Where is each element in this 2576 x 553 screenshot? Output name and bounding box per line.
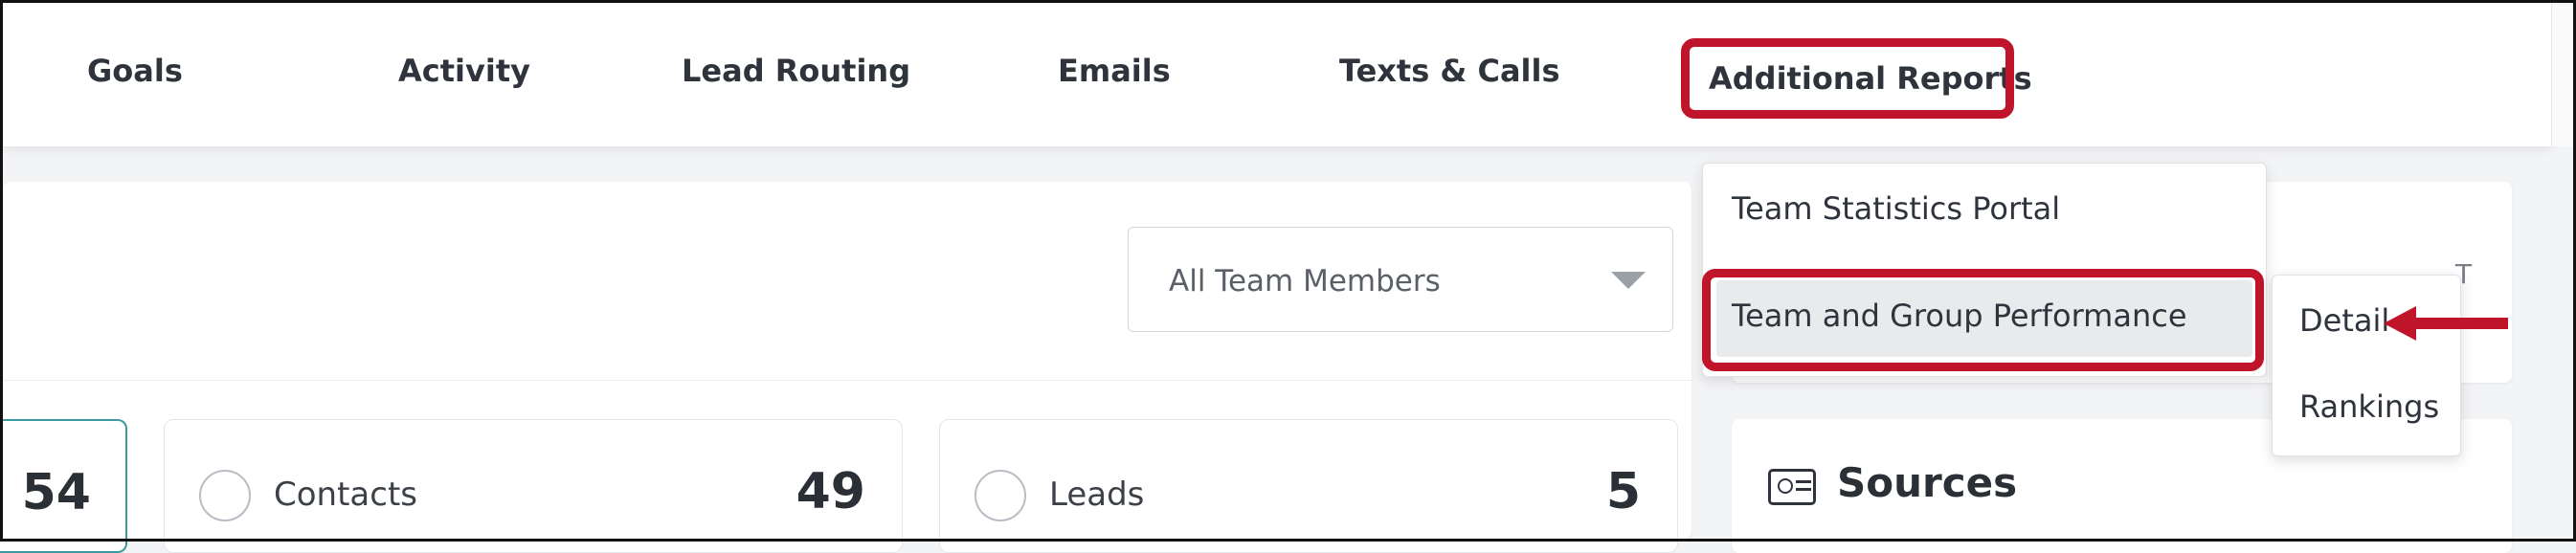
- sources-title: Sources: [1837, 459, 2018, 506]
- stat-card-contacts[interactable]: Contacts 49: [164, 419, 903, 553]
- arrow-left-icon: [2384, 306, 2508, 341]
- callout-additional-reports: [1681, 38, 2014, 119]
- nav-lead-routing[interactable]: Lead Routing: [682, 53, 910, 89]
- filter-divider: [3, 380, 1691, 381]
- nav-goals[interactable]: Goals: [87, 53, 183, 89]
- radio-circle-icon[interactable]: [974, 470, 1026, 521]
- radio-circle-icon[interactable]: [199, 470, 251, 521]
- menu-item-team-statistics-portal[interactable]: Team Statistics Portal: [1732, 190, 2060, 227]
- stat-card-leads[interactable]: Leads 5: [939, 419, 1678, 553]
- nav-activity[interactable]: Activity: [398, 53, 530, 89]
- stat-card-total[interactable]: 54: [0, 419, 127, 553]
- caret-down-icon: [1611, 272, 1646, 289]
- nav-emails[interactable]: Emails: [1058, 53, 1171, 89]
- stat-value: 54: [21, 464, 91, 521]
- stat-label: Leads: [1049, 476, 1145, 514]
- stat-label: Contacts: [274, 476, 417, 514]
- callout-team-group-performance: [1702, 269, 2264, 371]
- scrollbar[interactable]: [2551, 3, 2573, 146]
- team-member-select[interactable]: All Team Members: [1128, 227, 1673, 332]
- nav-texts-calls[interactable]: Texts & Calls: [1339, 53, 1560, 89]
- submenu-item-rankings[interactable]: Rankings: [2299, 388, 2439, 425]
- submenu-item-detail[interactable]: Detail: [2299, 302, 2389, 339]
- stat-value: 49: [795, 463, 865, 520]
- team-member-select-value: All Team Members: [1169, 264, 1441, 299]
- stat-value: 5: [1605, 463, 1641, 520]
- top-nav: Goals Activity Lead Routing Emails Texts…: [3, 3, 2552, 146]
- performance-submenu: Detail Rankings: [2272, 275, 2461, 456]
- contact-card-icon: [1768, 469, 1816, 505]
